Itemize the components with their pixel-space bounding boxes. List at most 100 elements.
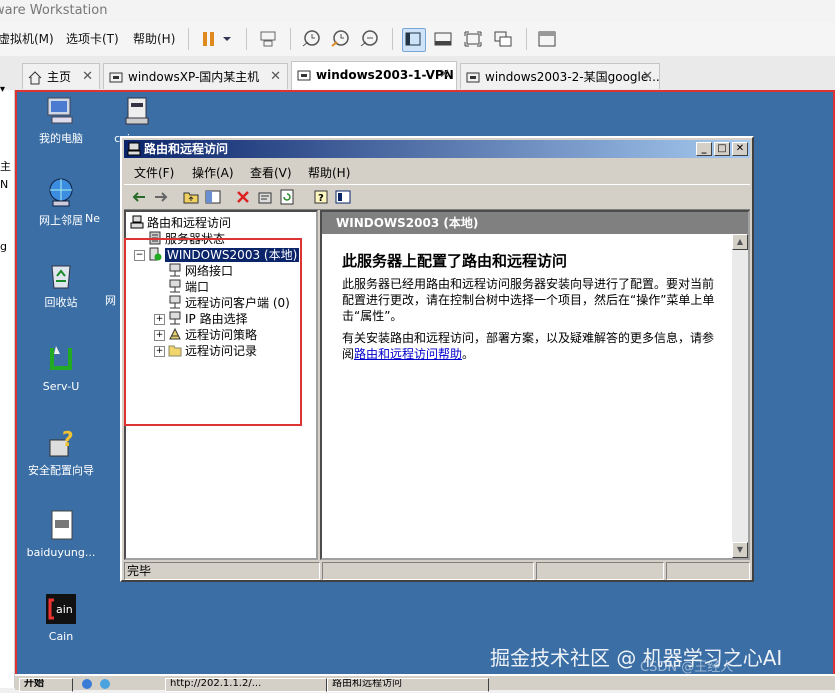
help-link[interactable]: 路由和远程访问帮助 xyxy=(354,347,462,361)
refresh-icon[interactable] xyxy=(278,188,296,206)
servu-icon xyxy=(44,342,78,376)
svg-text:?: ? xyxy=(318,193,324,204)
tab-windows2003-2[interactable]: windows2003-2-某国google... ✕ xyxy=(460,63,660,89)
quick-switch-icon[interactable] xyxy=(432,28,454,50)
vmware-title: ware Workstation xyxy=(0,3,108,18)
annotation-highlight-box xyxy=(124,238,302,426)
details-header: WINDOWS2003 (本地) xyxy=(322,212,748,234)
desktop-icon-label: baiduyung... xyxy=(26,546,96,559)
scroll-down-icon[interactable]: ▼ xyxy=(732,542,748,558)
chevron-down-icon[interactable] xyxy=(220,28,234,50)
menu-view[interactable]: 查看(V) xyxy=(250,164,292,181)
tree-node-label: 路由和远程访问 xyxy=(147,216,232,230)
toolbar-separator xyxy=(246,28,247,50)
network-places-icon xyxy=(44,176,78,210)
unity-icon[interactable] xyxy=(492,28,514,50)
vm-icon xyxy=(466,69,480,83)
help-icon[interactable]: ? xyxy=(312,188,330,206)
desktop-icon-my-computer[interactable]: 我的电脑 xyxy=(21,94,101,146)
desktop-icon-label: 我的电脑 xyxy=(39,132,83,145)
menu-file[interactable]: 文件(F) xyxy=(134,164,174,181)
console-view-icon[interactable] xyxy=(402,28,426,52)
fullscreen-icon[interactable] xyxy=(462,28,484,50)
close-icon[interactable]: ✕ xyxy=(270,65,281,89)
svg-text:?: ? xyxy=(62,427,74,451)
taskbar-item-rras[interactable]: 路由和远程访问 xyxy=(327,678,489,692)
toolbar-separator xyxy=(392,28,393,50)
snapshot-icon[interactable] xyxy=(300,28,322,50)
library-fragment: N xyxy=(0,178,9,191)
tab-windowsxp[interactable]: windowsXP-国内某主机 ✕ xyxy=(103,63,288,89)
library-panel-edge: 主 N g ▾ xyxy=(0,84,15,688)
toolbar-separator xyxy=(290,28,291,50)
minimize-button[interactable]: _ xyxy=(696,142,712,156)
window-title-bar[interactable]: 路由和远程访问 _ □ ✕ xyxy=(124,140,750,158)
watermark-text: 掘金技术社区 @ 机器学习之心AI xyxy=(490,646,783,670)
desktop-icon-servu[interactable]: Serv-U xyxy=(21,342,101,394)
desktop-icon-recycle-bin[interactable]: 回收站 xyxy=(21,258,101,310)
desktop-icon-security-wizard[interactable]: ? 安全配置向导 xyxy=(21,426,101,478)
toolbar-separator xyxy=(188,28,189,50)
scroll-up-icon[interactable]: ▲ xyxy=(732,234,748,250)
tab-home[interactable]: 主页 ✕ xyxy=(22,63,100,89)
details-heading: 此服务器上配置了路由和远程访问 xyxy=(342,252,568,270)
maximize-button[interactable]: □ xyxy=(714,142,730,156)
menu-vm[interactable]: 虚拟机(M) xyxy=(0,30,54,47)
revert-snapshot-icon[interactable] xyxy=(329,28,351,50)
status-text: 完毕 xyxy=(124,562,320,580)
recycle-bin-icon xyxy=(44,258,78,292)
status-cell xyxy=(536,562,664,580)
menu-tabs[interactable]: 选项卡(T) xyxy=(66,30,119,47)
delete-icon[interactable] xyxy=(234,188,252,206)
properties-icon[interactable] xyxy=(256,188,274,206)
quick-launch-icons[interactable] xyxy=(79,678,119,690)
desktop-icon-label: Cain xyxy=(48,630,74,643)
back-arrow-icon[interactable] xyxy=(130,188,148,206)
desktop-icon-baiduyun[interactable]: baiduyung... xyxy=(21,508,101,560)
library-fragment: g xyxy=(0,240,7,253)
desktop-icon-label: Ne xyxy=(85,212,100,225)
up-folder-icon[interactable] xyxy=(182,188,200,206)
send-keys-icon[interactable] xyxy=(257,28,279,50)
menu-help[interactable]: 帮助(H) xyxy=(308,164,350,181)
close-button[interactable]: ✕ xyxy=(732,142,748,156)
tree-node-root[interactable]: 路由和远程访问 xyxy=(130,214,231,231)
close-icon[interactable]: ✕ xyxy=(439,63,450,87)
home-icon xyxy=(28,69,42,85)
library-icon[interactable] xyxy=(536,28,558,50)
desktop-icon-partial[interactable]: Ne xyxy=(85,212,115,226)
svg-text:ain: ain xyxy=(56,603,73,616)
menu-action[interactable]: 操作(A) xyxy=(192,164,234,181)
start-button[interactable]: 开始 xyxy=(19,678,73,692)
snapshot-manager-icon[interactable] xyxy=(358,28,380,50)
toolbar-separator xyxy=(526,28,527,50)
forward-arrow-icon[interactable] xyxy=(152,188,170,206)
tab-label: windows2003-1-VPN xyxy=(316,68,454,82)
rras-root-icon xyxy=(130,215,144,229)
cain-icon: ain xyxy=(44,592,78,626)
taskbar-item-browser[interactable]: http://202.1.1.2/... xyxy=(165,678,327,692)
vertical-scrollbar[interactable]: ▲ ▼ xyxy=(732,234,748,558)
tab-windows2003-1[interactable]: windows2003-1-VPN ✕ xyxy=(291,61,457,90)
desktop-icon-label: Serv-U xyxy=(42,380,80,393)
window-menubar: 文件(F) 操作(A) 查看(V) 帮助(H) xyxy=(124,160,750,182)
desktop-icon-label: 回收站 xyxy=(44,296,78,309)
vm-icon xyxy=(109,69,123,83)
dropdown-arrow-icon[interactable]: ▾ xyxy=(0,84,5,95)
status-cell xyxy=(666,562,750,580)
desktop-icon-cain[interactable]: ain Cain xyxy=(21,592,101,644)
close-icon[interactable]: ✕ xyxy=(82,65,93,89)
console-icon[interactable] xyxy=(334,188,352,206)
show-hide-tree-icon[interactable] xyxy=(204,188,222,206)
details-paragraph: 此服务器已经用路由和远程访问服务器安装向导进行了配置。要对当前配置进行更改，请在… xyxy=(342,277,715,323)
desktop-icon-label: 安全配置向导 xyxy=(28,464,94,477)
close-icon[interactable]: ✕ xyxy=(642,65,653,89)
help-text: 。 xyxy=(462,347,475,361)
document-icon xyxy=(44,508,78,542)
pause-icon[interactable] xyxy=(198,28,220,50)
window-toolbar: ? xyxy=(124,184,750,210)
menu-help[interactable]: 帮助(H) xyxy=(133,30,175,47)
rras-app-icon xyxy=(127,142,141,161)
tab-label: windows2003-2-某国google... xyxy=(485,70,660,84)
tab-label: windowsXP-国内某主机 xyxy=(128,70,260,84)
